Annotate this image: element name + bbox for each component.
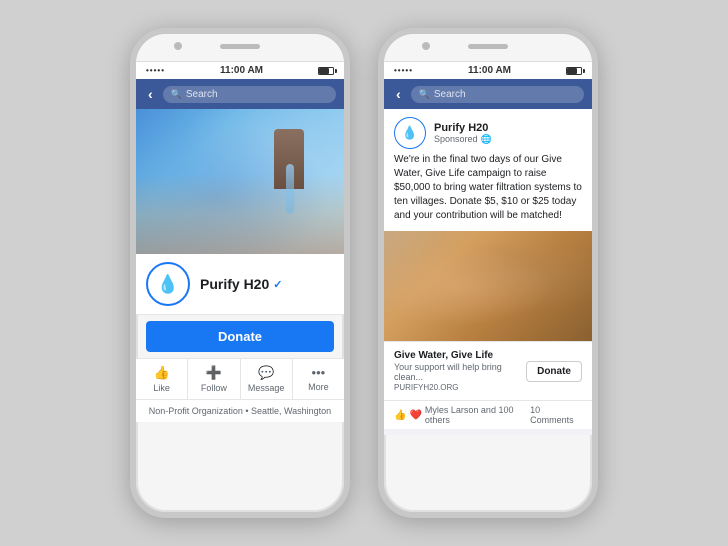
phone-speaker-right <box>468 44 508 49</box>
search-icon-left: 🔍 <box>171 89 182 100</box>
action-row-left: 👍 Like ➕ Follow 💬 Message ••• More <box>136 358 344 400</box>
message-button[interactable]: 💬 Message <box>241 359 293 399</box>
phone-top-bar-left <box>136 34 344 62</box>
globe-icon: 🌐 <box>481 134 492 145</box>
back-button-right[interactable]: ‹ <box>392 84 405 104</box>
ad-title: Give Water, Give Life <box>394 350 518 361</box>
reactions-left: 👍 ❤️ Myles Larson and 100 others <box>394 405 530 425</box>
donate-button-left[interactable]: Donate <box>146 321 334 352</box>
battery-fill-left <box>319 68 329 74</box>
reactions-row: 👍 ❤️ Myles Larson and 100 others 10 Comm… <box>384 400 592 429</box>
follow-button[interactable]: ➕ Follow <box>188 359 240 399</box>
battery-right <box>566 67 582 75</box>
water-drop-icon-left: 💧 <box>157 274 179 295</box>
search-icon-right: 🔍 <box>419 89 430 100</box>
phone-camera-left <box>174 42 182 50</box>
signal-dots-right: ••••• <box>394 66 413 75</box>
post-water-drop-icon: 💧 <box>402 125 418 141</box>
nav-bar-left: ‹ 🔍 Search <box>136 79 344 109</box>
post-sponsored: Sponsored 🌐 <box>434 134 492 145</box>
hands-bg <box>136 174 344 254</box>
ad-card: Give Water, Give Life Your support will … <box>384 341 592 400</box>
sponsored-label: Sponsored <box>434 134 478 144</box>
message-label: Message <box>248 383 285 393</box>
ad-url: purifyh20.org <box>394 383 518 392</box>
more-label: More <box>308 382 329 392</box>
phone-speaker-left <box>220 44 260 49</box>
reactions-count-text: Myles Larson and 100 others <box>425 405 530 425</box>
search-bar-left[interactable]: 🔍 Search <box>163 86 336 103</box>
like-reaction-emoji: 👍 <box>394 410 406 421</box>
phone-top-bar-right <box>384 34 592 62</box>
nav-bar-right: ‹ 🔍 Search <box>384 79 592 109</box>
follow-label: Follow <box>201 383 227 393</box>
status-time-left: 11:00 AM <box>220 65 263 76</box>
post-header: 💧 Purify H20 Sponsored 🌐 <box>384 109 592 153</box>
phone-camera-right <box>422 42 430 50</box>
right-phone: ••••• 11:00 AM ‹ 🔍 Search 💧 <box>378 28 598 518</box>
verified-badge-left: ✓ <box>273 278 282 291</box>
battery-icon-left <box>318 67 334 75</box>
status-bar-left: ••••• 11:00 AM <box>136 62 344 79</box>
left-phone: ••••• 11:00 AM ‹ 🔍 Search <box>130 28 350 518</box>
like-icon: 👍 <box>154 365 170 381</box>
ad-donate-button[interactable]: Donate <box>526 361 582 382</box>
post-image <box>384 231 592 341</box>
battery-icon-right <box>566 67 582 75</box>
post-body-text: We're in the final two days of our Give … <box>384 153 592 231</box>
post-image-overlay <box>384 231 592 341</box>
more-icon: ••• <box>312 365 326 380</box>
phones-container: ••••• 11:00 AM ‹ 🔍 Search <box>100 18 628 528</box>
back-button-left[interactable]: ‹ <box>144 84 157 104</box>
cover-photo-left <box>136 109 344 254</box>
follow-icon: ➕ <box>206 365 222 381</box>
heart-reaction-emoji: ❤️ <box>409 410 421 421</box>
profile-section-left: 💧 Purify H20 ✓ <box>136 254 344 315</box>
org-name-left: Purify H20 <box>200 276 269 292</box>
ad-info: Give Water, Give Life Your support will … <box>394 350 518 392</box>
battery-fill-right <box>567 68 577 74</box>
like-button[interactable]: 👍 Like <box>136 359 188 399</box>
ad-description: Your support will help bring clean... <box>394 362 518 382</box>
profile-logo-left: 💧 <box>146 262 190 306</box>
like-label: Like <box>153 383 170 393</box>
message-icon: 💬 <box>258 365 274 381</box>
post-org-logo: 💧 <box>394 117 426 149</box>
fb-post: 💧 Purify H20 Sponsored 🌐 We're in the fi… <box>384 109 592 435</box>
search-placeholder-left: Search <box>186 89 218 100</box>
profile-name-left: Purify H20 ✓ <box>200 276 282 292</box>
search-placeholder-right: Search <box>434 89 466 100</box>
water-stream <box>286 164 294 214</box>
signal-dots-left: ••••• <box>146 66 165 75</box>
status-bar-right: ••••• 11:00 AM <box>384 62 592 79</box>
comments-count: 10 Comments <box>530 405 582 425</box>
org-info-text: Non-Profit Organization • Seattle, Washi… <box>136 400 344 422</box>
post-org-info: Purify H20 Sponsored 🌐 <box>434 122 492 145</box>
post-org-name: Purify H20 <box>434 122 492 134</box>
battery-left <box>318 67 334 75</box>
more-button[interactable]: ••• More <box>293 359 344 399</box>
search-bar-right[interactable]: 🔍 Search <box>411 86 584 103</box>
status-time-right: 11:00 AM <box>468 65 511 76</box>
